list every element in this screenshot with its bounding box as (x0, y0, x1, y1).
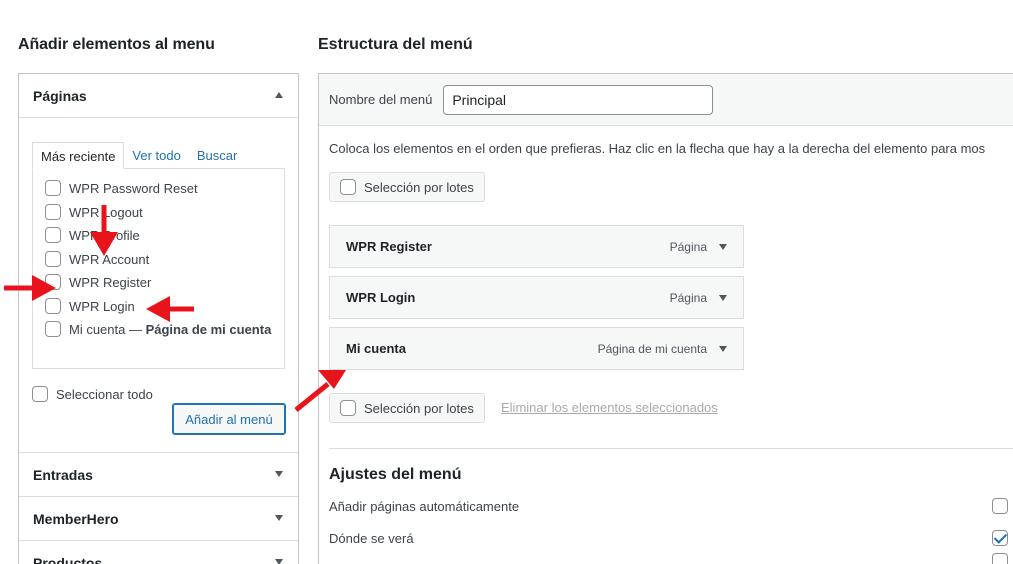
bulk-select-button[interactable]: Selección por lotes (329, 172, 485, 202)
menu-item-wpr-login[interactable]: WPR Login Página (329, 276, 744, 319)
section-posts-header[interactable]: Entradas (19, 453, 298, 496)
add-items-accordion: Páginas Más reciente Ver todo Buscar WPR… (18, 73, 299, 564)
instructions-text: Coloca los elementos en el orden que pre… (329, 141, 986, 156)
tab-most-recent[interactable]: Más reciente (32, 142, 125, 169)
remove-selected-link[interactable]: Eliminar los elementos seleccionados (501, 400, 718, 415)
menu-item-title: Mi cuenta (346, 341, 406, 356)
checkbox-icon[interactable] (340, 400, 356, 416)
expand-down-icon[interactable] (719, 294, 727, 301)
select-all-label: Seleccionar todo (56, 386, 153, 402)
checkbox-icon[interactable] (45, 227, 61, 243)
menu-item-title: WPR Login (346, 290, 416, 305)
menu-item-type: Página de mi cuenta (597, 341, 707, 356)
expand-down-icon[interactable] (719, 243, 727, 250)
divider (329, 448, 1013, 449)
section-pages-body: Más reciente Ver todo Buscar WPR Passwor… (19, 117, 298, 452)
expand-down-icon[interactable] (275, 515, 283, 521)
setting-location-checkbox[interactable] (992, 530, 1008, 546)
menu-name-bar: Nombre del menú (319, 74, 1013, 126)
section-memberhero-header[interactable]: MemberHero (19, 497, 298, 540)
collapse-up-icon[interactable] (275, 92, 283, 98)
page-label: Mi cuenta — (69, 322, 146, 337)
setting-location-checkbox-2[interactable] (992, 553, 1008, 564)
expand-down-icon[interactable] (719, 345, 727, 352)
expand-down-icon[interactable] (275, 559, 283, 564)
page-label: WPR Login (69, 298, 135, 314)
checkbox-icon[interactable] (45, 297, 61, 314)
tab-view-all[interactable]: Ver todo (124, 142, 188, 169)
setting-auto-add-label: Añadir páginas automáticamente (329, 499, 520, 514)
page-label: WPR Account (69, 251, 150, 267)
list-item[interactable]: WPR Account (45, 248, 284, 272)
checkbox-icon[interactable] (340, 179, 356, 195)
bulk-select-button-bottom[interactable]: Selección por lotes (329, 393, 485, 423)
checkbox-icon[interactable] (45, 274, 61, 290)
list-item[interactable]: WPR Profile (45, 224, 284, 248)
pages-checklist: WPR Password Reset WPR Logout WPR Profil… (32, 168, 285, 369)
bulk-select-label: Selección por lotes (364, 400, 474, 416)
list-item[interactable]: WPR Logout (45, 201, 284, 225)
menu-structure-panel: Nombre del menú Coloca los elementos en … (318, 73, 1013, 564)
section-memberhero-label: MemberHero (33, 510, 119, 527)
menu-item-type: Página (669, 290, 707, 305)
setting-auto-add-checkbox[interactable] (992, 498, 1008, 514)
page-label: WPR Profile (69, 228, 140, 243)
bulk-select-label: Selección por lotes (364, 179, 474, 195)
add-items-title: Añadir elementos al menu (18, 36, 215, 53)
section-pages-header[interactable]: Páginas (19, 74, 298, 117)
menu-item-mi-cuenta[interactable]: Mi cuenta Página de mi cuenta (329, 327, 744, 370)
page-label-strong: Página de mi cuenta (145, 322, 272, 337)
menu-item-type: Página (669, 239, 707, 254)
add-to-menu-button[interactable]: Añadir al menú (172, 403, 286, 435)
list-item[interactable]: WPR Login (45, 295, 284, 319)
section-posts-label: Entradas (33, 466, 93, 483)
tab-search[interactable]: Buscar (189, 142, 245, 169)
menu-settings-title: Ajustes del menú (329, 466, 462, 483)
setting-display-location-label: Dónde se verá (329, 531, 414, 546)
section-pages-label: Páginas (33, 87, 87, 104)
checkbox-icon[interactable] (45, 203, 61, 220)
page-label: WPR Logout (69, 204, 143, 220)
checkbox-icon[interactable] (45, 321, 61, 337)
list-item[interactable]: WPR Register (45, 271, 284, 295)
checkbox-icon[interactable] (45, 250, 61, 267)
list-item[interactable]: Mi cuenta — Página de mi cuenta (33, 318, 284, 342)
menu-item-title: WPR Register (346, 239, 432, 254)
page-label: WPR Password Reset (69, 181, 198, 196)
checkbox-icon[interactable] (45, 180, 61, 196)
checkbox-icon[interactable] (32, 386, 48, 402)
page-label: WPR Register (69, 275, 152, 290)
list-item[interactable]: WPR Password Reset (45, 177, 284, 201)
section-products-header[interactable]: Productos (19, 541, 298, 564)
select-all[interactable]: Seleccionar todo (32, 386, 153, 402)
section-products-label: Productos (33, 554, 103, 564)
menu-name-label: Nombre del menú (329, 92, 433, 107)
menu-structure-title: Estructura del menú (318, 36, 473, 53)
pages-tabs: Más reciente Ver todo Buscar (32, 142, 245, 169)
menu-name-input[interactable] (443, 84, 714, 115)
expand-down-icon[interactable] (275, 471, 283, 477)
menu-item-wpr-register[interactable]: WPR Register Página (329, 225, 744, 268)
